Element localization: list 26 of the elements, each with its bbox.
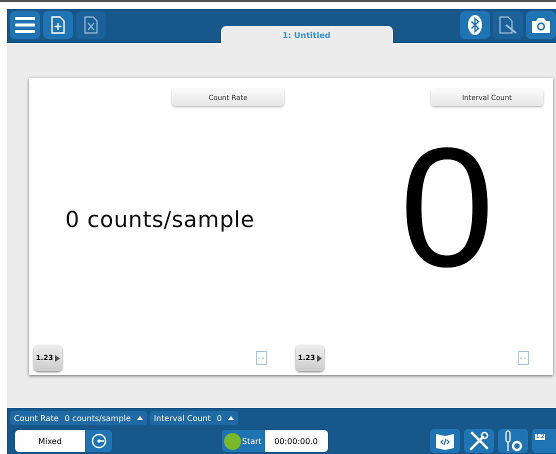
code-button[interactable] — [430, 429, 460, 453]
spreadsheet-file-icon — [84, 16, 98, 34]
sensor-settings-button[interactable] — [498, 429, 528, 453]
meter-reading: 0 counts/sample — [65, 208, 255, 233]
toolbar-button[interactable] — [526, 10, 556, 38]
file-pen-icon — [499, 16, 517, 34]
caret-up-icon — [136, 416, 143, 420]
tools-icon — [469, 431, 489, 451]
toolbar-button[interactable] — [460, 10, 490, 38]
meter-reading: 0 — [400, 122, 494, 292]
tools-button[interactable] — [464, 429, 494, 453]
caret-up-icon — [228, 416, 234, 420]
bluetooth-icon — [468, 14, 482, 34]
toolbar-button[interactable] — [43, 10, 73, 38]
timer-display: 00:00:00.0 — [264, 430, 328, 452]
toolbar-button[interactable] — [10, 10, 40, 38]
meter-chip[interactable]: Interval Count 0 — [150, 411, 238, 425]
play-arrow-icon — [317, 354, 322, 362]
camera-icon — [532, 16, 550, 32]
play-arrow-icon — [55, 354, 60, 362]
new-file-icon — [51, 16, 65, 34]
mode-selector[interactable]: Mixed — [15, 430, 112, 452]
code-book-icon — [435, 432, 455, 450]
sensor-gear-icon — [503, 430, 523, 452]
meter-chip[interactable]: Count Rate 0 counts/sample — [10, 411, 147, 425]
menu-icon — [15, 16, 35, 32]
